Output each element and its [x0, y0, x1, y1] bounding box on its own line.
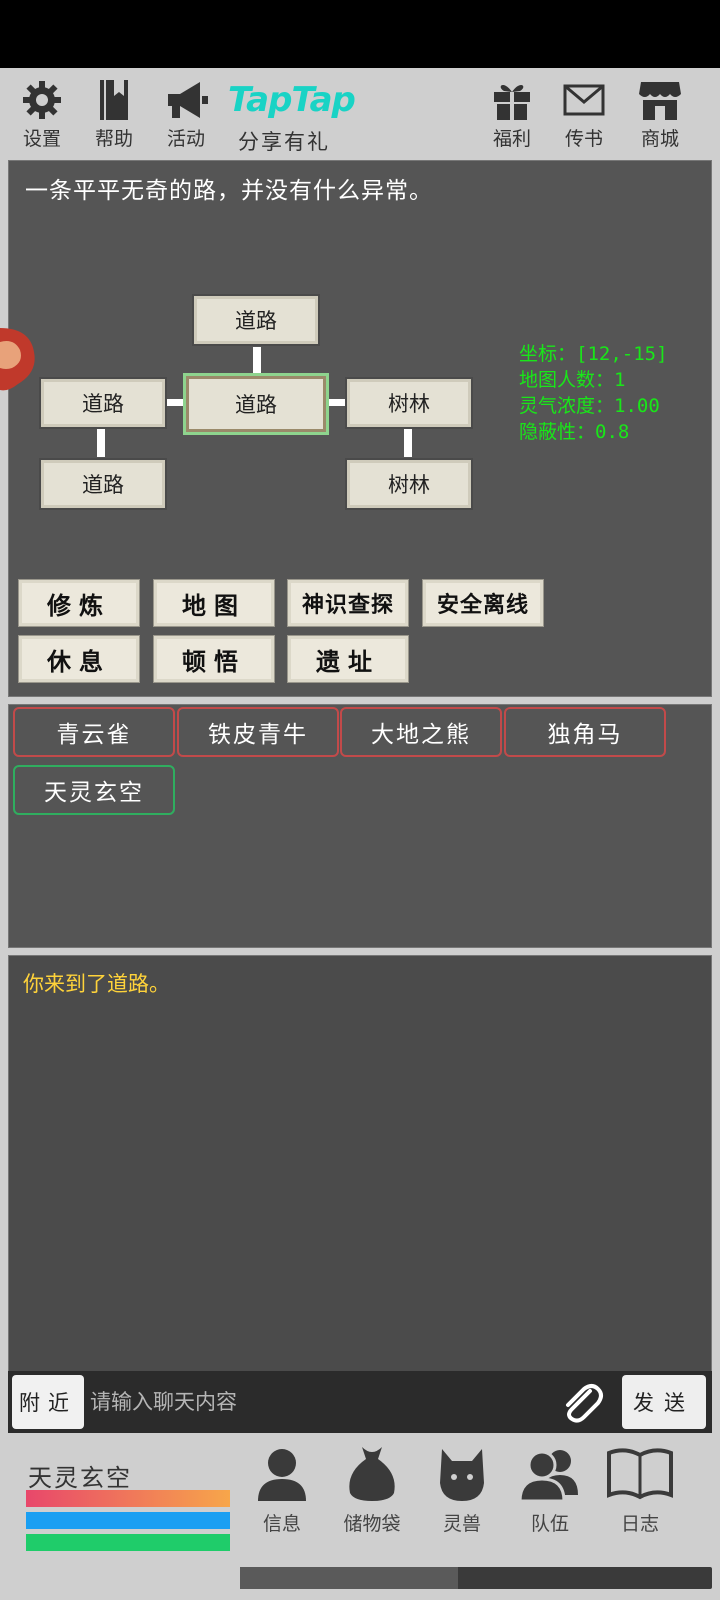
stamina-bar	[26, 1534, 230, 1551]
nav-bag-label: 储物袋	[343, 1513, 401, 1535]
welfare-label: 福利	[492, 128, 531, 150]
mail-button[interactable]: 传书	[554, 78, 614, 158]
cat-icon	[440, 1449, 484, 1501]
nav-log-label: 日志	[620, 1513, 659, 1535]
ruins-button[interactable]: 遗址	[287, 635, 409, 683]
envelope-icon	[563, 84, 605, 116]
beast-chip[interactable]: 大地之熊	[340, 707, 502, 757]
nav-log[interactable]: 日志	[600, 1443, 680, 1553]
beast-chip[interactable]: 独角马	[504, 707, 666, 757]
beast-chip-selected[interactable]: 天灵玄空	[13, 765, 175, 815]
scene-description: 一条平平无奇的路，并没有什么异常。	[25, 178, 433, 204]
room-current[interactable]: 道路	[183, 373, 329, 435]
nav-bag[interactable]: 储物袋	[332, 1443, 412, 1553]
spirit-density-readout: 灵气浓度：1.00	[519, 395, 660, 417]
mail-label: 传书	[564, 128, 603, 150]
activity-label: 活动	[166, 128, 205, 150]
shop-label: 商城	[640, 128, 679, 150]
chat-input[interactable]	[90, 1377, 550, 1427]
message-log: 你来到了道路。	[8, 955, 712, 1377]
beast-panel: 青云雀 铁皮青牛 大地之熊 独角马 天灵玄空	[8, 704, 712, 948]
nav-scrollbar[interactable]	[240, 1567, 712, 1589]
nav-beast[interactable]: 灵兽	[422, 1443, 502, 1553]
help-button[interactable]: 帮助	[84, 78, 144, 158]
nav-beast-label: 灵兽	[442, 1513, 481, 1535]
cultivate-button[interactable]: 修炼	[18, 579, 140, 627]
connector-southeast	[404, 429, 412, 457]
nav-scrollbar-thumb[interactable]	[240, 1567, 458, 1589]
pouch-icon	[349, 1447, 395, 1501]
connector-southwest	[97, 429, 105, 457]
connector-west	[167, 399, 183, 406]
help-label: 帮助	[94, 128, 133, 150]
welfare-button[interactable]: 福利	[482, 78, 542, 158]
hp-bar	[26, 1490, 230, 1507]
divine-sense-button[interactable]: 神识查探	[287, 579, 409, 627]
person-icon	[258, 1449, 306, 1501]
share-gift-link[interactable]: 分享有礼	[238, 126, 330, 156]
safe-logout-button[interactable]: 安全离线	[422, 579, 544, 627]
room-north[interactable]: 道路	[192, 294, 320, 346]
activity-button[interactable]: 活动	[156, 78, 216, 158]
map-button[interactable]: 地图	[153, 579, 275, 627]
settings-label: 设置	[22, 128, 61, 150]
chat-channel-button[interactable]: 附近	[12, 1375, 84, 1429]
gift-icon	[494, 84, 530, 120]
population-readout: 地图人数：1	[519, 369, 626, 391]
gear-icon	[23, 81, 61, 119]
open-book-icon	[607, 1448, 673, 1500]
beast-chip[interactable]: 铁皮青牛	[177, 707, 339, 757]
nav-info-label: 信息	[262, 1513, 301, 1535]
rest-button[interactable]: 休息	[18, 635, 140, 683]
nav-team[interactable]: 队伍	[510, 1443, 590, 1553]
player-name: 天灵玄空	[28, 1464, 132, 1492]
connector-north	[253, 347, 261, 373]
room-southeast[interactable]: 树林	[345, 458, 473, 510]
send-button[interactable]: 发送	[622, 1375, 706, 1429]
game-screen: 设置 帮助 活动 TapTap 分享有礼 福利 传书 商城 一条平平无奇的路，并…	[0, 68, 720, 1600]
beast-chip[interactable]: 青云雀	[13, 707, 175, 757]
chat-bar: 附近 发送	[8, 1371, 712, 1433]
megaphone-icon	[168, 82, 208, 118]
book-icon	[100, 80, 128, 120]
attachment-icon[interactable]	[560, 1383, 604, 1423]
group-icon	[518, 1450, 578, 1503]
log-entry: 你来到了道路。	[23, 972, 170, 996]
map-panel: 一条平平无奇的路，并没有什么异常。 道路 道路 道路 树林 道路 树林 坐标：[…	[8, 160, 712, 697]
connector-east	[329, 399, 345, 406]
floating-hand-icon[interactable]	[0, 322, 38, 396]
room-southwest[interactable]: 道路	[39, 458, 167, 510]
nav-info[interactable]: 信息	[242, 1443, 322, 1553]
room-west[interactable]: 道路	[39, 377, 167, 429]
taptap-logo[interactable]: TapTap	[228, 80, 356, 120]
store-icon	[639, 82, 681, 120]
nav-team-label: 队伍	[530, 1513, 569, 1535]
enlighten-button[interactable]: 顿悟	[153, 635, 275, 683]
shop-button[interactable]: 商城	[630, 78, 690, 158]
settings-button[interactable]: 设置	[12, 78, 72, 158]
mp-bar	[26, 1512, 230, 1529]
stealth-readout: 隐蔽性：0.8	[519, 421, 630, 443]
coords-readout: 坐标：[12,-15]	[519, 343, 668, 365]
room-east[interactable]: 树林	[345, 377, 473, 429]
